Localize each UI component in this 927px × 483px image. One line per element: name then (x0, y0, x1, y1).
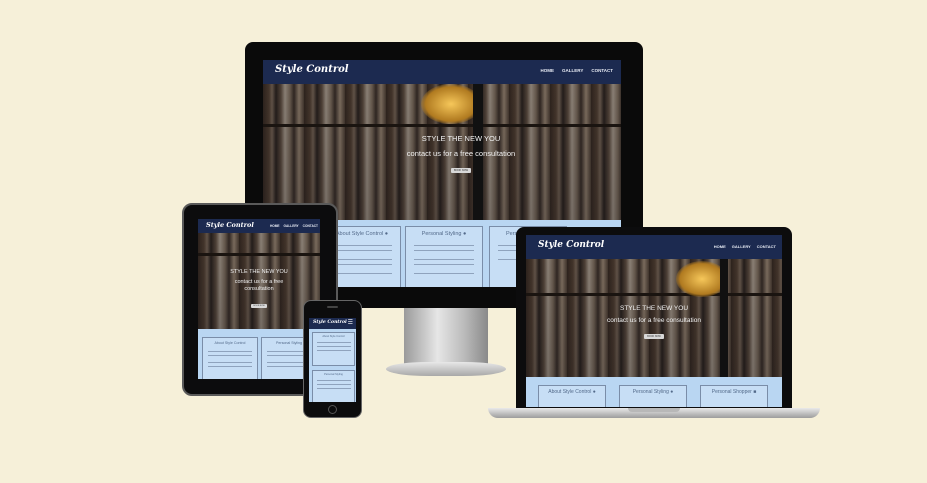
phone-screen: Style Control ☰ About Style Control Pers… (309, 318, 356, 402)
tablet-brand-logo[interactable]: Style Control (206, 221, 254, 229)
laptop-hero-subline: contact us for a free consultation (607, 317, 701, 324)
laptop-navbar: Style Control HOME GALLERY CONTACT (526, 235, 782, 259)
phone-card-about-title: About Style Control (322, 335, 345, 338)
phone-navbar: Style Control ☰ (309, 318, 356, 329)
monitor-base (386, 362, 506, 376)
tablet-nav-contact[interactable]: CONTACT (303, 224, 318, 228)
tablet-nav-links: HOME GALLERY CONTACT (270, 224, 318, 228)
desktop-navbar: Style Control HOME GALLERY CONTACT (263, 60, 621, 84)
phone-card-styling-title: Personal Styling (324, 373, 343, 376)
phone-home-button (328, 405, 337, 414)
user-icon: ● (384, 231, 389, 237)
nav-home-link[interactable]: HOME (540, 68, 554, 73)
nav-gallery-link[interactable]: GALLERY (562, 68, 583, 73)
tablet-hero-headline: STYLE THE NEW YOU (230, 269, 288, 275)
tablet-navbar: Style Control HOME GALLERY CONTACT (198, 219, 320, 233)
desktop-hero: STYLE THE NEW YOU contact us for a free … (263, 84, 621, 220)
laptop-nav-contact[interactable]: CONTACT (757, 244, 776, 249)
laptop-card-styling-title: Personal Styling (632, 389, 669, 395)
user-icon: ● (462, 231, 467, 237)
tablet-hero-subline: contact us for a free consultation (234, 279, 284, 293)
laptop-hero-headline: STYLE THE NEW YOU (619, 305, 689, 312)
laptop-notch (628, 408, 680, 412)
tablet-card-about: About Style Control (202, 337, 258, 379)
tablet-nav-gallery[interactable]: GALLERY (284, 224, 299, 228)
laptop-brand-logo[interactable]: Style Control (538, 240, 604, 250)
tablet-card-styling-title: Personal Styling (276, 341, 302, 345)
laptop-hero-button[interactable]: BOOK NOW (644, 334, 664, 339)
laptop-nav-gallery[interactable]: GALLERY (732, 244, 751, 249)
tablet-hero: STYLE THE NEW YOU contact us for a free … (198, 233, 320, 329)
tablet-screen: Style Control HOME GALLERY CONTACT STYLE… (198, 219, 320, 379)
desktop-brand-logo[interactable]: Style Control (275, 64, 349, 75)
laptop-card-styling: Personal Styling ● (619, 385, 687, 407)
card-styling-title: Personal Styling (421, 231, 462, 237)
desktop-nav-links: HOME GALLERY CONTACT (540, 68, 613, 73)
phone-card-about: About Style Control (312, 332, 355, 366)
laptop-card-shopper: Personal Shopper ■ (700, 385, 768, 407)
laptop-card-shopper-title: Personal Shopper (711, 389, 752, 395)
laptop-nav-links: HOME GALLERY CONTACT (714, 244, 776, 249)
hamburger-menu-icon[interactable]: ☰ (348, 320, 353, 326)
laptop-screen: Style Control HOME GALLERY CONTACT STYLE… (526, 235, 782, 407)
user-icon: ● (670, 389, 674, 395)
laptop-card-about-title: About Style Control (548, 389, 592, 395)
tablet-card-about-title: About Style Control (214, 341, 246, 345)
tablet-hero-button[interactable]: BOOK NOW (251, 304, 267, 309)
phone-brand-logo[interactable]: Style Control (313, 320, 347, 325)
laptop-device: Style Control HOME GALLERY CONTACT STYLE… (516, 227, 792, 415)
shopping-bag-icon: ■ (753, 389, 757, 395)
phone-card-styling: Personal Styling (312, 370, 355, 402)
hero-subline: contact us for a free consultation (406, 149, 516, 158)
hero-headline: STYLE THE NEW YOU (421, 134, 501, 143)
user-icon: ● (592, 389, 596, 395)
phone-speaker (327, 306, 338, 308)
desktop-hero-text: STYLE THE NEW YOU contact us for a free … (263, 134, 621, 176)
phone-device: Style Control ☰ About Style Control Pers… (303, 300, 362, 418)
hero-book-button[interactable]: BOOK NOW (450, 168, 472, 173)
monitor-neck (404, 308, 488, 366)
tablet-nav-home[interactable]: HOME (270, 224, 280, 228)
laptop-hero: STYLE THE NEW YOU contact us for a free … (526, 259, 782, 377)
nav-contact-link[interactable]: CONTACT (591, 68, 613, 73)
desktop-card-styling: Personal Styling ● (405, 226, 483, 287)
card-about-title: About Style Control (335, 231, 384, 237)
laptop-card-about: About Style Control ● (538, 385, 606, 407)
laptop-nav-home[interactable]: HOME (714, 244, 726, 249)
